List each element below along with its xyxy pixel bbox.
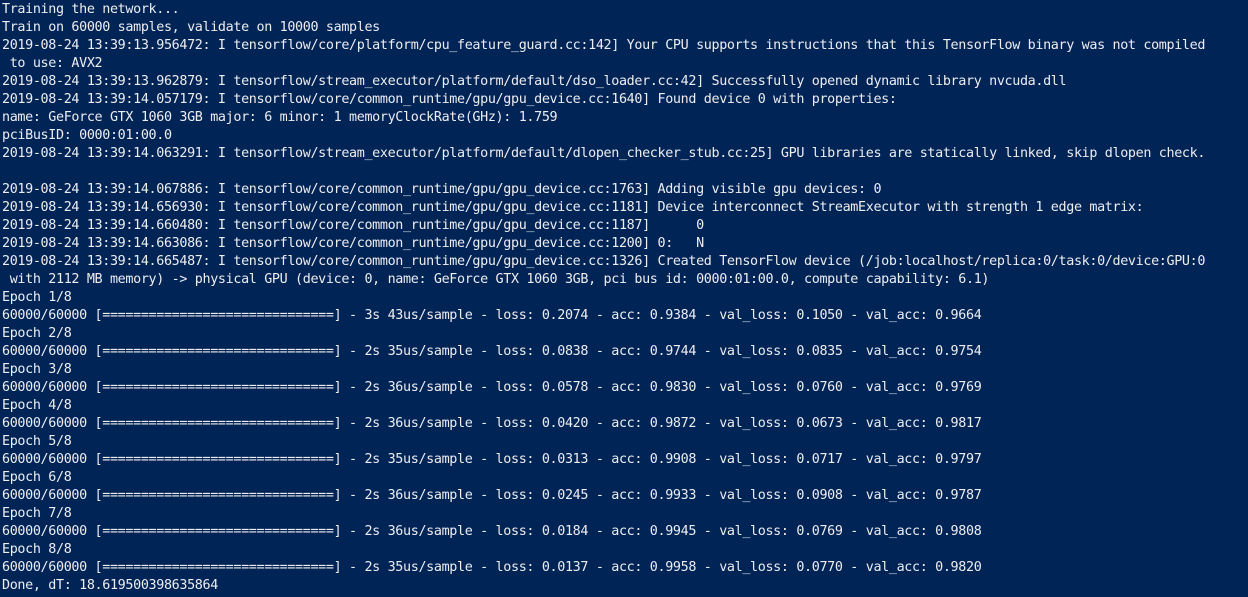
console-line: pciBusID: 0000:01:00.0 (2, 128, 172, 143)
console-line: 2019-08-24 13:39:14.665487: I tensorflow… (2, 254, 1206, 269)
console-line: 2019-08-24 13:39:14.067886: I tensorflow… (2, 182, 882, 197)
console-line: Training the network... (2, 2, 180, 17)
epoch-progress-line: 60000/60000 [===========================… (2, 524, 982, 539)
console-line-blank (2, 163, 1205, 181)
epoch-header: Epoch 6/8 (2, 470, 72, 485)
epoch-header: Epoch 2/8 (2, 326, 72, 341)
epoch-header: Epoch 1/8 (2, 290, 72, 305)
console-line: 2019-08-24 13:39:13.956472: I tensorflow… (2, 38, 1206, 53)
done-line: Done, dT: 18.619500398635864 (2, 578, 218, 593)
epoch-header: Epoch 7/8 (2, 506, 72, 521)
console-line: 2019-08-24 13:39:13.962879: I tensorflow… (2, 74, 1067, 89)
console-line: name: GeForce GTX 1060 3GB major: 6 mino… (2, 110, 558, 125)
console-output: Training the network... Train on 60000 s… (2, 1, 1205, 595)
epoch-progress-line: 60000/60000 [===========================… (2, 488, 982, 503)
console-line: 2019-08-24 13:39:14.663086: I tensorflow… (2, 236, 704, 251)
powershell-console[interactable]: Training the network... Train on 60000 s… (0, 0, 1248, 597)
epoch-progress-line: 60000/60000 [===========================… (2, 560, 982, 575)
epoch-header: Epoch 4/8 (2, 398, 72, 413)
epoch-progress-line: 60000/60000 [===========================… (2, 416, 982, 431)
console-line: 2019-08-24 13:39:14.057179: I tensorflow… (2, 92, 897, 107)
epoch-header: Epoch 5/8 (2, 434, 72, 449)
epoch-progress-line: 60000/60000 [===========================… (2, 344, 982, 359)
console-line: 2019-08-24 13:39:14.660480: I tensorflow… (2, 218, 704, 233)
console-line: Train on 60000 samples, validate on 1000… (2, 20, 380, 35)
console-line: 2019-08-24 13:39:14.656930: I tensorflow… (2, 200, 1144, 215)
epoch-progress-line: 60000/60000 [===========================… (2, 380, 982, 395)
epoch-header: Epoch 3/8 (2, 362, 72, 377)
console-line: 2019-08-24 13:39:14.063291: I tensorflow… (2, 146, 1206, 161)
epoch-progress-line: 60000/60000 [===========================… (2, 308, 982, 323)
console-line: to use: AVX2 (2, 56, 103, 71)
console-line: with 2112 MB memory) -> physical GPU (de… (2, 272, 990, 287)
epoch-progress-line: 60000/60000 [===========================… (2, 452, 982, 467)
epoch-header: Epoch 8/8 (2, 542, 72, 557)
